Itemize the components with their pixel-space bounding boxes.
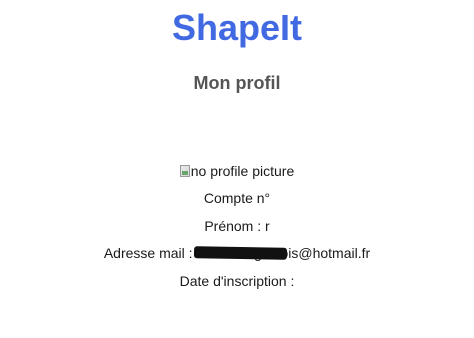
profile-page: ShapeIt Mon profil no profile picture Co… — [0, 0, 474, 338]
account-number-label: Compte n° — [203, 190, 271, 206]
email-row: Adresse mail : romain.bigeolois@hotmail.… — [0, 244, 474, 262]
signup-date-row: Date d'inscription : — [0, 272, 474, 290]
signup-date-label: Date d'inscription : — [179, 273, 295, 289]
account-number-row: Compte n° — [0, 189, 474, 207]
profile-picture-alt: no profile picture — [190, 163, 295, 179]
firstname-row: Prénom : r — [0, 217, 474, 235]
broken-image-icon — [179, 165, 190, 177]
brand-title[interactable]: ShapeIt — [0, 6, 474, 50]
page-subtitle: Mon profil — [193, 73, 281, 93]
redaction-mark — [194, 246, 288, 260]
firstname-value: r — [265, 218, 270, 234]
email-label: Adresse mail : — [103, 245, 193, 261]
email-value-wrapper: romain.bigeolois@hotmail.fr — [194, 244, 370, 262]
firstname-label: Prénom : — [204, 218, 262, 234]
profile-picture: no profile picture — [0, 162, 474, 180]
